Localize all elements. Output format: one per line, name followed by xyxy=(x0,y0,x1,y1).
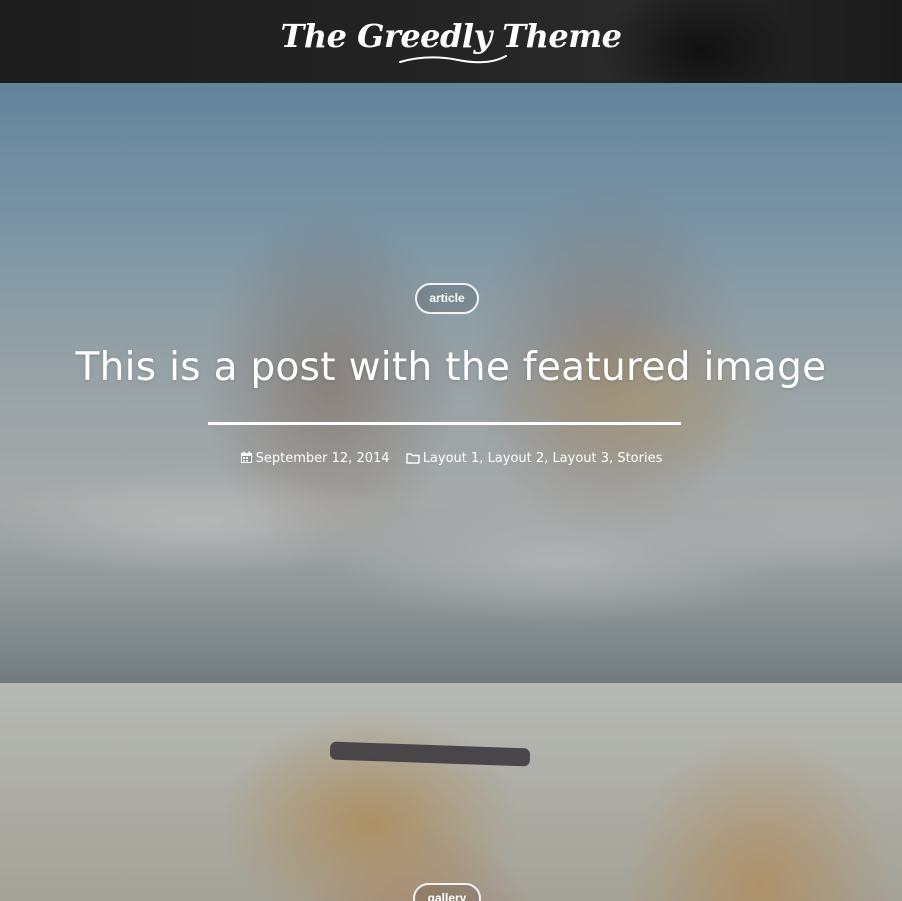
gallery-image-overlay xyxy=(0,683,902,901)
category-link-layout-3[interactable]: Layout 3 xyxy=(552,451,609,466)
category-link-layout-2[interactable]: Layout 2 xyxy=(488,451,545,466)
title-divider xyxy=(208,422,681,425)
category-badge-article[interactable]: article xyxy=(415,283,479,314)
category-link-layout-1[interactable]: Layout 1 xyxy=(423,451,480,466)
site-header: The Greedly Theme xyxy=(0,0,902,83)
post-categories: Layout 1, Layout 2, Layout 3, Stories xyxy=(405,451,662,466)
logo-swash xyxy=(399,55,507,64)
post-content: article This is a post with the featured… xyxy=(0,83,902,683)
post-date-text: September 12, 2014 xyxy=(255,451,390,466)
category-badge-gallery[interactable]: gallery xyxy=(413,883,481,901)
category-link-stories[interactable]: Stories xyxy=(617,451,662,466)
post-title[interactable]: This is a post with the featured image xyxy=(0,341,902,395)
gallery-post-card[interactable]: gallery xyxy=(0,683,902,901)
post-date: September 12, 2014 xyxy=(240,451,394,466)
calendar-icon xyxy=(240,451,252,463)
post-meta: September 12, 2014 Layout 1, Layout 2, L… xyxy=(0,449,902,469)
featured-post-card[interactable]: article This is a post with the featured… xyxy=(0,83,902,683)
folder-icon xyxy=(405,453,420,464)
